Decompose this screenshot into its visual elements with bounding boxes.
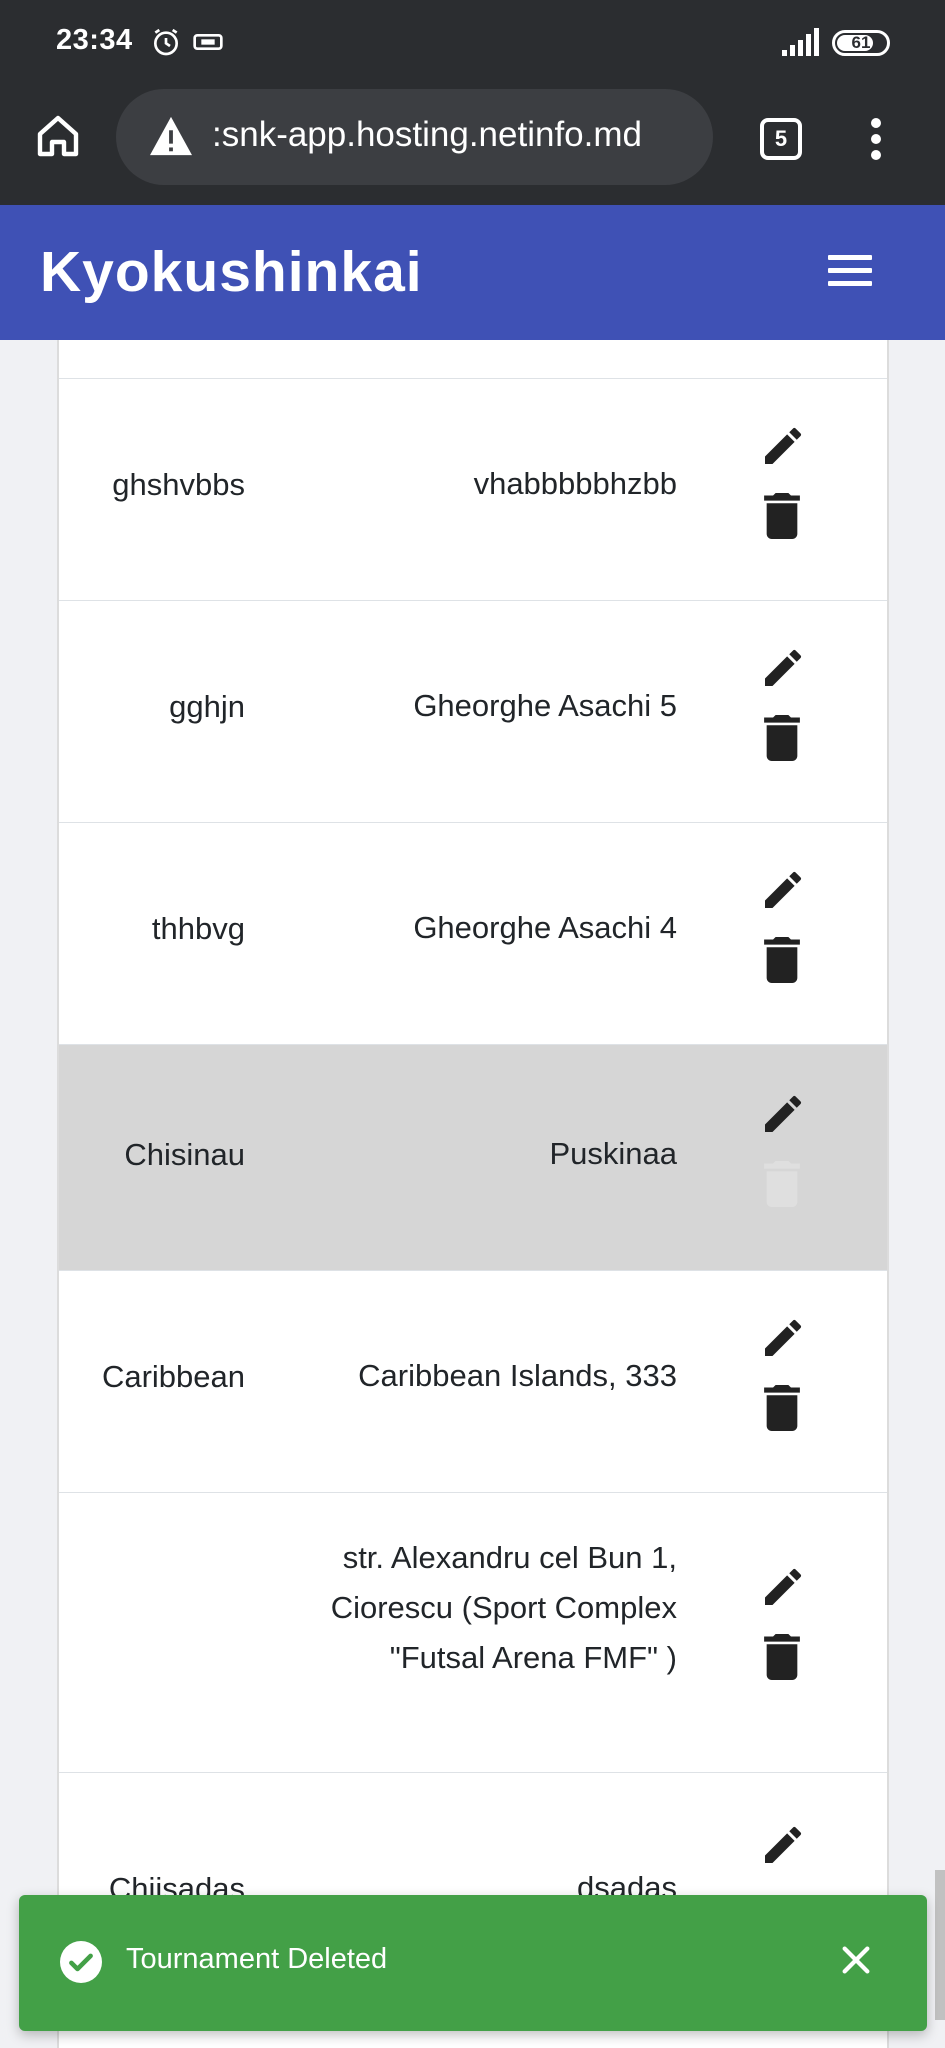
edit-icon[interactable]	[759, 1563, 807, 1611]
edit-icon[interactable]	[759, 1314, 807, 1362]
close-icon[interactable]	[839, 1943, 873, 1977]
status-time: 23:34	[56, 24, 133, 56]
address-cell: Caribbean Islands, 333	[358, 1358, 677, 1393]
address-cell: str. Alexandru cel Bun 1, Ciorescu (Spor…	[330, 1540, 677, 1675]
table-row: Caribbean Caribbean Islands, 333	[59, 1270, 887, 1492]
toast-message: Tournament Deleted	[126, 1943, 388, 1975]
browser-toolbar: :snk-app.hosting.netinfo.md 5	[0, 88, 945, 205]
delete-icon[interactable]	[763, 1385, 801, 1431]
delete-icon[interactable]	[763, 937, 801, 983]
signal-icon	[782, 28, 819, 56]
hamburger-menu-icon[interactable]	[828, 255, 872, 289]
edit-icon[interactable]	[759, 644, 807, 692]
app-title[interactable]: Kyokushinkai	[40, 239, 423, 305]
sim-card-icon	[193, 34, 223, 50]
city-cell: gghjn	[169, 689, 245, 724]
address-cell: vhabbbbbhzbb	[473, 466, 677, 501]
edit-icon[interactable]	[759, 1090, 807, 1138]
delete-icon	[764, 1161, 800, 1207]
table-row: ghshvbbs vhabbbbbhzbb	[59, 378, 887, 600]
check-circle-icon	[60, 1941, 102, 1983]
address-cell: Puskinaa	[549, 1136, 677, 1171]
edit-icon[interactable]	[759, 422, 807, 470]
edit-icon[interactable]	[759, 1821, 807, 1869]
home-icon[interactable]	[34, 112, 82, 160]
locations-table: ghshvbbs vhabbbbbhzbb gghjn Gheorghe Asa…	[57, 340, 889, 2048]
tab-switcher-button[interactable]: 5	[760, 118, 802, 160]
table-row-selected: Chisinau Puskinaa	[59, 1044, 887, 1270]
delete-icon[interactable]	[763, 1634, 801, 1680]
table-row: gghjn Gheorghe Asachi 5	[59, 600, 887, 822]
toast-notification: Tournament Deleted	[19, 1895, 927, 2031]
delete-icon[interactable]	[763, 493, 801, 539]
scrollbar[interactable]	[935, 1870, 945, 2020]
warning-icon[interactable]	[148, 115, 194, 157]
battery-icon: 61	[832, 30, 890, 56]
delete-icon[interactable]	[763, 715, 801, 761]
address-bar[interactable]: :snk-app.hosting.netinfo.md	[116, 89, 713, 185]
city-cell: Chisinau	[124, 1137, 245, 1172]
city-cell: ghshvbbs	[112, 467, 245, 502]
table-row: str. Alexandru cel Bun 1, Ciorescu (Spor…	[59, 1492, 887, 1772]
status-bar: 23:34 61	[0, 0, 945, 88]
city-cell: Caribbean	[101, 1359, 245, 1394]
address-cell: Gheorghe Asachi 5	[413, 688, 677, 723]
table-row	[59, 340, 887, 378]
address-cell: Gheorghe Asachi 4	[413, 910, 677, 945]
alarm-icon	[154, 28, 178, 56]
url-text: :snk-app.hosting.netinfo.md	[212, 115, 642, 154]
app-header: Kyokushinkai	[0, 205, 945, 340]
battery-level: 61	[851, 33, 871, 52]
edit-icon[interactable]	[759, 866, 807, 914]
city-cell: thhbvg	[151, 911, 245, 946]
table-row: thhbvg Gheorghe Asachi 4	[59, 822, 887, 1044]
more-options-icon[interactable]	[868, 116, 884, 162]
